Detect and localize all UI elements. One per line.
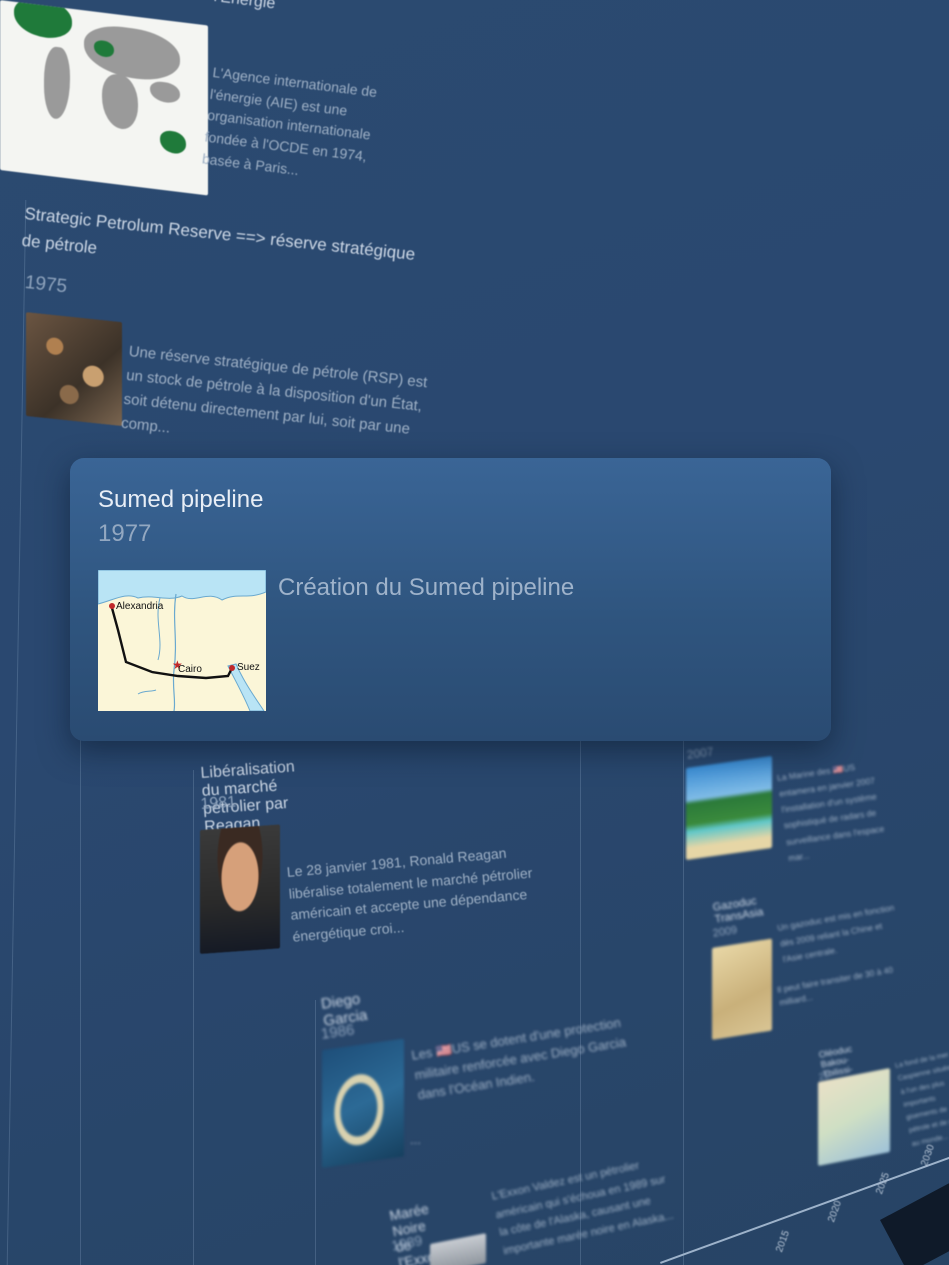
event-description: Un gazoduc est mis en fonction dès 2009 … — [776, 902, 896, 965]
event-description: L'Exxon Valdez est un pétrolier américai… — [490, 1159, 675, 1258]
event-description: Création du Sumed pipeline — [278, 574, 575, 601]
axis-tick-label: 2020 — [826, 1199, 845, 1224]
caspian-map — [818, 1068, 890, 1166]
event-year: 1975 — [23, 272, 69, 298]
refinery-photo — [26, 312, 122, 427]
world-map-thumbnail — [0, 0, 208, 196]
timeline-guide — [6, 200, 27, 1265]
diego-garcia-satellite — [322, 1038, 404, 1168]
timeline-guide — [315, 1000, 316, 1265]
map-label-cairo: Cairo — [178, 664, 202, 675]
timeline-guide — [80, 740, 81, 1265]
timeline-guide — [683, 740, 684, 1265]
timeline-guide — [193, 770, 194, 1265]
event-description-extra: Il peut faire transiter de 30 à 40 milli… — [776, 964, 894, 1008]
event-title: Gazoduc TransAsia — [712, 895, 765, 926]
axis-tick-label: 2015 — [774, 1229, 793, 1254]
timeline-view: l'Énergie L'Agence internationale de l'é… — [0, 0, 949, 1265]
event-year: 1981 — [200, 793, 237, 813]
event-description: Le 28 janvier 1981, Ronald Reagan libéra… — [286, 844, 533, 945]
reagan-portrait — [200, 824, 280, 954]
featured-event-card[interactable]: Sumed pipeline 1977 ★ Alexandria Cairo S… — [70, 458, 831, 741]
beach-photo — [686, 755, 772, 860]
axis-tick-label: 2025 — [874, 1171, 893, 1196]
event-description: La Marine des 🇺🇸US entamera en janvier 2… — [776, 762, 885, 863]
event-description: Une réserve stratégique de pétrole (RSP)… — [120, 342, 429, 438]
map-label-suez: Suez — [237, 662, 260, 673]
event-title: Sumed pipeline — [98, 486, 264, 513]
event-year: 1977 — [98, 520, 152, 547]
event-year: 2009 — [712, 924, 739, 940]
event-title: l'Énergie — [212, 0, 277, 13]
central-asia-map — [712, 938, 772, 1040]
event-description: Les 🇺🇸US se dotent d'une protection mili… — [410, 1014, 628, 1103]
event-title: Strategic Petrolum Reserve ==> réserve s… — [20, 203, 417, 264]
event-ellipsis: ... — [410, 1132, 421, 1147]
event-description: La fond de la mer Caspienne située à l'u… — [894, 1051, 949, 1148]
event-description: L'Agence internationale de l'énergie (AI… — [201, 63, 378, 178]
event-year: 2007 — [686, 744, 715, 762]
event-aie[interactable]: l'Énergie L'Agence internationale de l'é… — [0, 0, 430, 200]
egypt-map-drawing: ★ — [98, 570, 266, 711]
map-label-alexandria: Alexandria — [116, 601, 164, 612]
event-year: 1986 — [320, 1021, 356, 1043]
sumed-pipeline-map: ★ Alexandria Cairo Suez — [98, 570, 266, 711]
